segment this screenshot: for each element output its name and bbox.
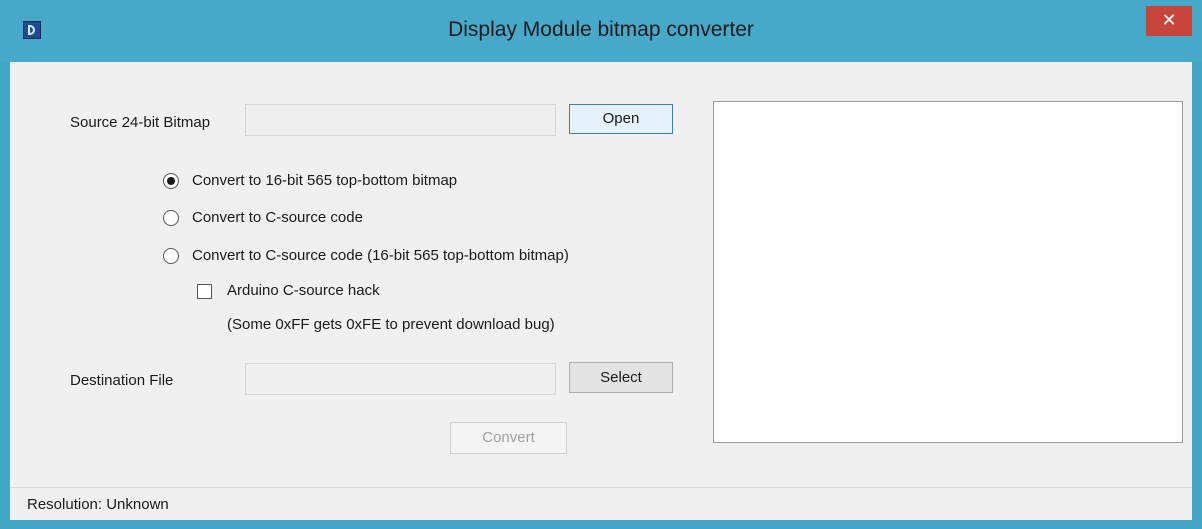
client-area: Source 24-bit Bitmap Open Convert to 16-… bbox=[10, 62, 1192, 520]
destination-label: Destination File bbox=[70, 372, 174, 389]
select-button[interactable]: Select bbox=[569, 362, 673, 393]
window-title: Display Module bitmap converter bbox=[448, 18, 754, 41]
radio-c-source[interactable] bbox=[163, 210, 179, 226]
title-bar[interactable]: Display Module bitmap converter ✕ bbox=[0, 0, 1202, 62]
source-file-field[interactable] bbox=[245, 104, 556, 136]
close-button[interactable]: ✕ bbox=[1146, 6, 1192, 36]
status-bar: Resolution: Unknown bbox=[10, 487, 1192, 520]
destination-file-field[interactable] bbox=[245, 363, 556, 395]
radio-c-source-16bit[interactable] bbox=[163, 248, 179, 264]
arduino-hack-checkbox[interactable] bbox=[197, 284, 212, 299]
option-c-source-label: Convert to C-source code bbox=[192, 209, 363, 226]
resolution-status: Resolution: Unknown bbox=[27, 496, 169, 513]
arduino-hack-note: (Some 0xFF gets 0xFE to prevent download… bbox=[227, 316, 555, 333]
bitmap-preview bbox=[713, 101, 1183, 443]
convert-button[interactable]: Convert bbox=[450, 422, 567, 454]
open-button[interactable]: Open bbox=[569, 104, 673, 134]
option-c-source-16bit-label: Convert to C-source code (16-bit 565 top… bbox=[192, 247, 569, 264]
option-16bit-bitmap-label: Convert to 16-bit 565 top-bottom bitmap bbox=[192, 172, 458, 189]
close-icon: ✕ bbox=[1161, 10, 1177, 30]
radio-16bit-bitmap[interactable] bbox=[163, 173, 179, 189]
app-window: Display Module bitmap converter ✕ Source… bbox=[0, 0, 1202, 529]
source-label: Source 24-bit Bitmap bbox=[70, 114, 211, 131]
arduino-hack-label: Arduino C-source hack bbox=[227, 282, 380, 299]
